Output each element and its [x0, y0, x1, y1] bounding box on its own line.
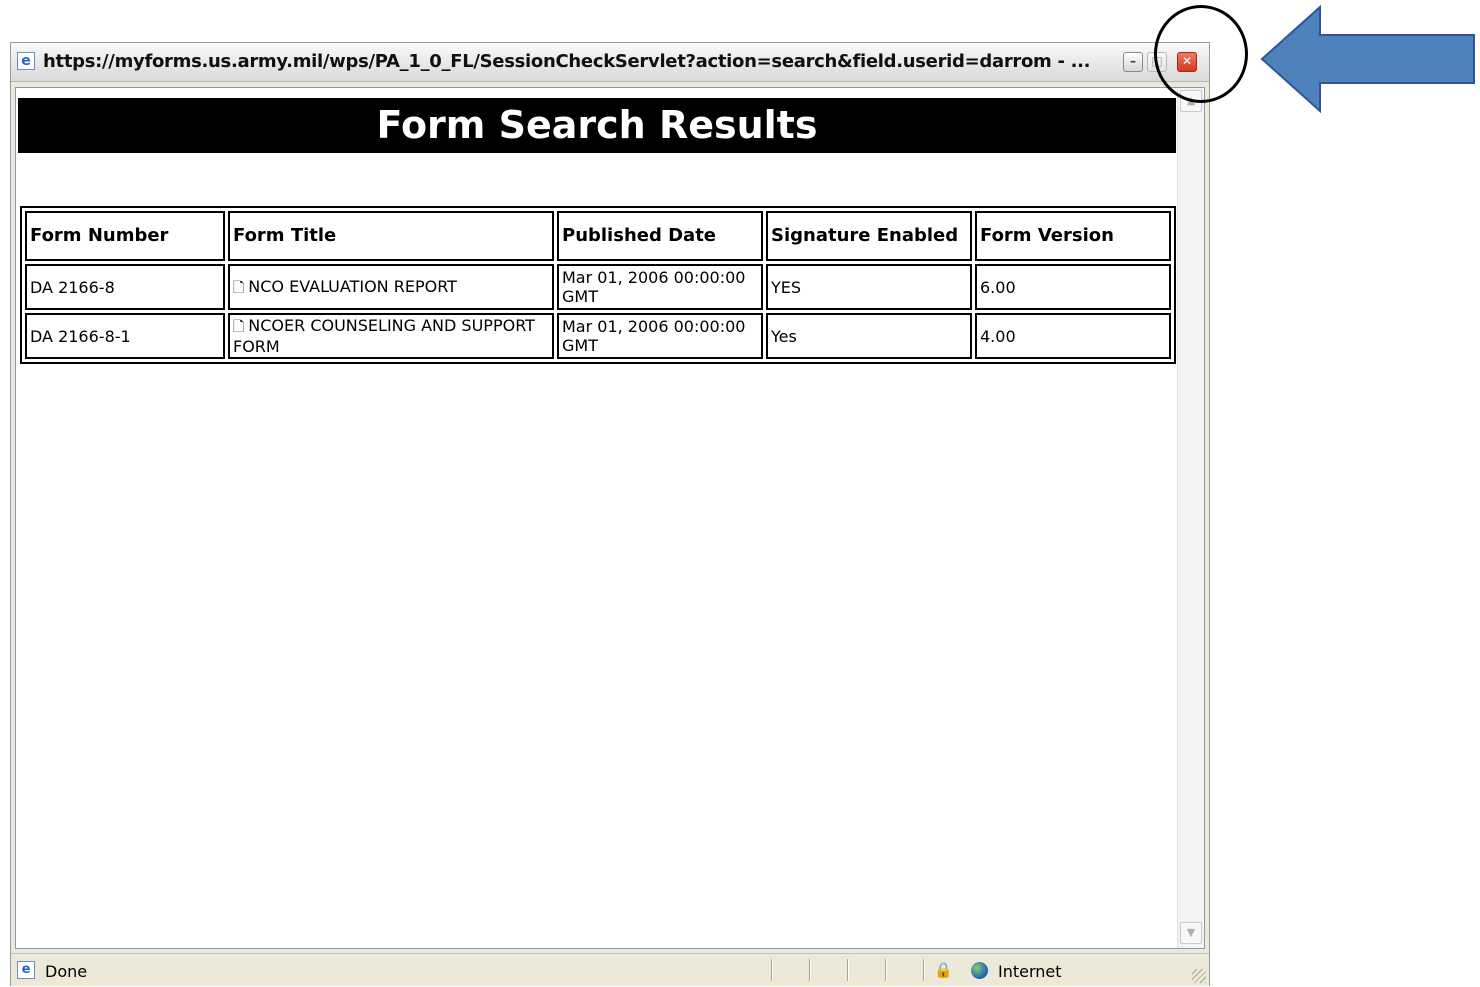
status-divider — [771, 959, 772, 981]
cell-signature-enabled: YES — [766, 264, 972, 310]
vertical-scrollbar[interactable]: ▲ ▼ — [1177, 88, 1204, 948]
browser-popup-window: e https://myforms.us.army.mil/wps/PA_1_0… — [10, 42, 1210, 986]
page-title: Form Search Results — [18, 98, 1176, 153]
status-text: Done — [45, 962, 88, 981]
minimize-icon: – — [1130, 54, 1136, 68]
table-header-row: Form Number Form Title Published Date Si… — [25, 211, 1171, 261]
window-title: https://myforms.us.army.mil/wps/PA_1_0_F… — [43, 51, 1091, 72]
cell-published-date: Mar 01, 2006 00:00:00 GMT — [557, 313, 763, 359]
chevron-down-icon: ▼ — [1186, 926, 1196, 939]
col-form-title: Form Title — [228, 211, 554, 261]
title-bar[interactable]: e https://myforms.us.army.mil/wps/PA_1_0… — [11, 43, 1209, 82]
table-row: DA 2166-8 🗋 NCO EVALUATION REPORT Mar 01,… — [25, 264, 1171, 310]
col-published-date: Published Date — [557, 211, 763, 261]
status-divider — [847, 959, 848, 981]
document-icon: 🗋 — [233, 279, 245, 296]
scroll-down-button[interactable]: ▼ — [1180, 922, 1202, 944]
globe-icon — [971, 962, 988, 979]
form-results-table: Form Number Form Title Published Date Si… — [20, 206, 1176, 364]
resize-grip-icon[interactable] — [1192, 969, 1206, 983]
status-bar: e Done 🔒 Internet — [11, 953, 1209, 986]
cell-signature-enabled: Yes — [766, 313, 972, 359]
cell-form-title[interactable]: 🗋 NCO EVALUATION REPORT — [228, 264, 554, 310]
col-form-version: Form Version — [975, 211, 1171, 261]
lock-icon[interactable]: 🔒 — [934, 961, 953, 979]
arrow-shape — [1260, 4, 1475, 114]
cell-form-title[interactable]: 🗋 NCOER COUNSELING AND SUPPORT FORM — [228, 313, 554, 359]
ie-page-icon: e — [17, 961, 35, 979]
cell-form-version: 4.00 — [975, 313, 1171, 359]
minimize-button[interactable]: – — [1123, 52, 1143, 72]
security-zone-text: Internet — [998, 962, 1062, 981]
cell-form-version: 6.00 — [975, 264, 1171, 310]
pointer-arrow-icon — [1260, 4, 1475, 114]
cell-published-date: Mar 01, 2006 00:00:00 GMT — [557, 264, 763, 310]
status-divider — [885, 959, 886, 981]
document-icon: 🗋 — [233, 319, 245, 335]
status-divider — [923, 959, 924, 981]
status-divider — [809, 959, 810, 981]
col-form-number: Form Number — [25, 211, 225, 261]
cell-form-number: DA 2166-8 — [25, 264, 225, 310]
table-row: DA 2166-8-1 🗋 NCOER COUNSELING AND SUPPOR… — [25, 313, 1171, 359]
cell-form-number: DA 2166-8-1 — [25, 313, 225, 359]
col-signature-enabled: Signature Enabled — [766, 211, 972, 261]
form-title-link[interactable]: NCOER COUNSELING AND SUPPORT FORM — [233, 316, 535, 356]
ie-icon: e — [17, 52, 35, 70]
highlight-circle — [1154, 5, 1248, 103]
form-title-link[interactable]: NCO EVALUATION REPORT — [248, 277, 457, 296]
page-content: Form Search Results Form Number Form Tit… — [15, 87, 1205, 949]
